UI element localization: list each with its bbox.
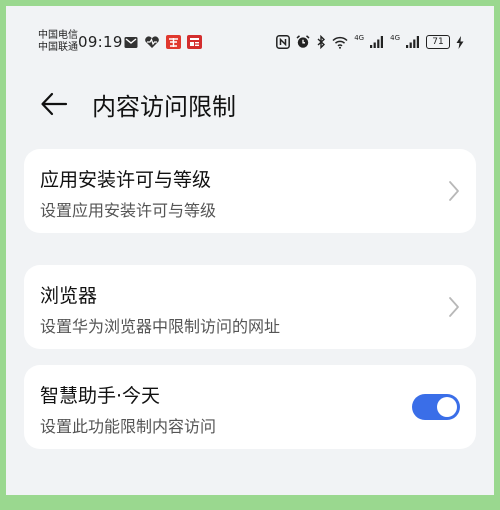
setting-browser[interactable]: 浏览器 设置华为浏览器中限制访问的网址: [24, 265, 476, 349]
status-bar: 中国电信 中国联通 09:19 4G 4G 71: [6, 6, 494, 66]
mail-icon: [124, 36, 138, 49]
setting-title: 浏览器: [40, 285, 98, 307]
network-type-1: 4G: [354, 34, 365, 42]
signal-icon: [406, 36, 420, 48]
network-type-2: 4G: [390, 34, 400, 42]
setting-title: 智慧助手·今天: [40, 385, 161, 407]
setting-app-install-permission[interactable]: 应用安装许可与等级 设置应用安装许可与等级: [24, 149, 476, 233]
notification-icons: [124, 35, 202, 49]
clock: 09:19: [78, 33, 123, 51]
nfc-icon: [276, 35, 291, 49]
carrier-2: 中国联通: [38, 42, 78, 53]
phone-screen: 中国电信 中国联通 09:19 4G 4G 71 内容访问限制 应用安装许可与等…: [6, 6, 494, 495]
signal-icon: [370, 36, 384, 48]
chevron-right-icon: [449, 297, 459, 317]
carrier-info: 中国电信 中国联通: [38, 30, 78, 54]
news-icon: [187, 35, 202, 49]
toggle-knob: [437, 397, 457, 417]
battery-icon: 71: [426, 35, 450, 49]
page-title: 内容访问限制: [92, 93, 236, 121]
carrier-1: 中国电信: [38, 30, 78, 41]
setting-smart-assistant-today: 智慧助手·今天 设置此功能限制内容访问: [24, 365, 476, 449]
bluetooth-icon: [316, 35, 326, 49]
setting-title: 应用安装许可与等级: [40, 169, 212, 191]
charging-icon: [456, 35, 464, 49]
setting-subtitle: 设置华为浏览器中限制访问的网址: [40, 317, 281, 336]
system-icons: 4G 4G 71: [276, 34, 464, 49]
alarm-icon: [296, 35, 310, 49]
setting-subtitle: 设置应用安装许可与等级: [40, 201, 217, 220]
smart-assistant-toggle[interactable]: [412, 394, 460, 420]
arrow-left-icon: [41, 92, 68, 116]
health-icon: [144, 35, 160, 49]
wifi-icon: [332, 36, 348, 49]
back-button[interactable]: [36, 86, 72, 122]
chevron-right-icon: [449, 181, 459, 201]
taobao-icon: [166, 35, 181, 49]
setting-subtitle: 设置此功能限制内容访问: [40, 417, 217, 436]
